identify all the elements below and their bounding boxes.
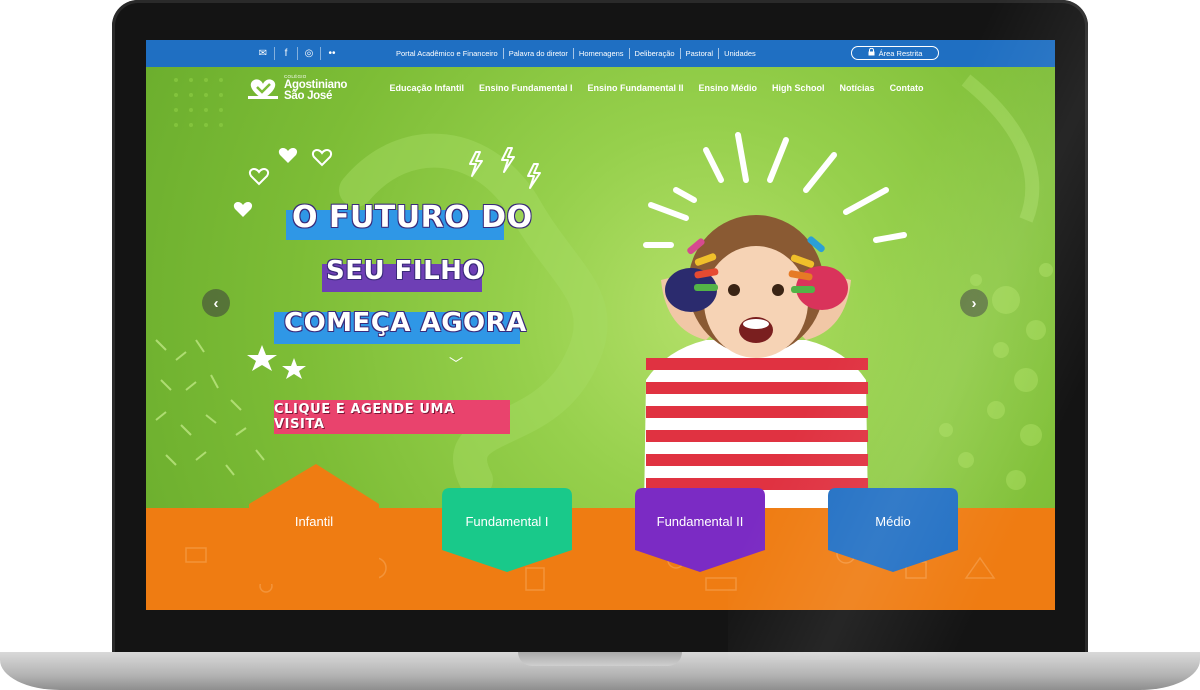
nav-ensino-medio[interactable]: Ensino Médio (691, 80, 765, 96)
level-tab-fundamental-2-label: Fundamental II (656, 514, 744, 529)
headline-line-3: COMEÇA AGORA (284, 308, 527, 338)
link-unidades[interactable]: Unidades (719, 48, 761, 59)
utility-links: Portal Acadêmico e Financeiro Palavra do… (391, 40, 761, 67)
level-tab-fundamental-1-label: Fundamental I (465, 514, 549, 529)
logo-line-2: São José (284, 90, 333, 103)
nav-educacao-infantil[interactable]: Educação Infantil (382, 80, 472, 96)
headline-line-2: SEU FILHO (326, 256, 486, 286)
link-deliberacao[interactable]: Deliberação (630, 48, 681, 59)
instagram-icon[interactable]: ◎ (298, 47, 321, 60)
chevron-down-icon: ﹀ (449, 356, 463, 372)
school-logo[interactable]: COLÉGIO Agostiniano São José (246, 75, 356, 103)
heart-logo-icon (248, 79, 278, 99)
link-pastoral[interactable]: Pastoral (681, 48, 720, 59)
slider-prev-button[interactable]: ‹ (202, 289, 230, 317)
top-bar: ✉ f ◎ •• Portal Acadêmico e Financeiro P… (146, 40, 1055, 67)
restricted-area-button[interactable]: Área Restrita (851, 46, 939, 60)
slider-next-button[interactable]: › (960, 289, 988, 317)
main-nav: Educação Infantil Ensino Fundamental I E… (382, 80, 931, 96)
link-homenagens[interactable]: Homenagens (574, 48, 630, 59)
nav-contato[interactable]: Contato (882, 80, 931, 96)
mail-icon[interactable]: ✉ (252, 47, 275, 60)
headline-line-1: O FUTURO DO (292, 200, 533, 235)
chevron-right-icon: › (971, 294, 977, 312)
nav-noticias[interactable]: Notícias (832, 80, 882, 96)
social-links: ✉ f ◎ •• (252, 40, 343, 67)
nav-high-school[interactable]: High School (765, 80, 833, 96)
nav-fundamental-2[interactable]: Ensino Fundamental II (580, 80, 691, 96)
link-portal-academico[interactable]: Portal Acadêmico e Financeiro (391, 48, 504, 59)
nav-fundamental-1[interactable]: Ensino Fundamental I (472, 80, 581, 96)
chevron-left-icon: ‹ (213, 294, 219, 312)
level-tab-medio-label: Médio (875, 514, 911, 529)
laptop-notch (518, 652, 682, 666)
link-palavra-diretor[interactable]: Palavra do diretor (504, 48, 574, 59)
facebook-icon[interactable]: f (275, 47, 298, 60)
lock-icon (868, 47, 875, 58)
flickr-icon[interactable]: •• (321, 47, 343, 60)
restricted-area-label: Área Restrita (878, 48, 923, 58)
website-screen: ✉ f ◎ •• Portal Acadêmico e Financeiro P… (146, 40, 1055, 610)
schedule-visit-button[interactable]: CLIQUE E AGENDE UMA VISITA (274, 400, 510, 434)
level-tab-infantil-label: Infantil (294, 514, 334, 529)
